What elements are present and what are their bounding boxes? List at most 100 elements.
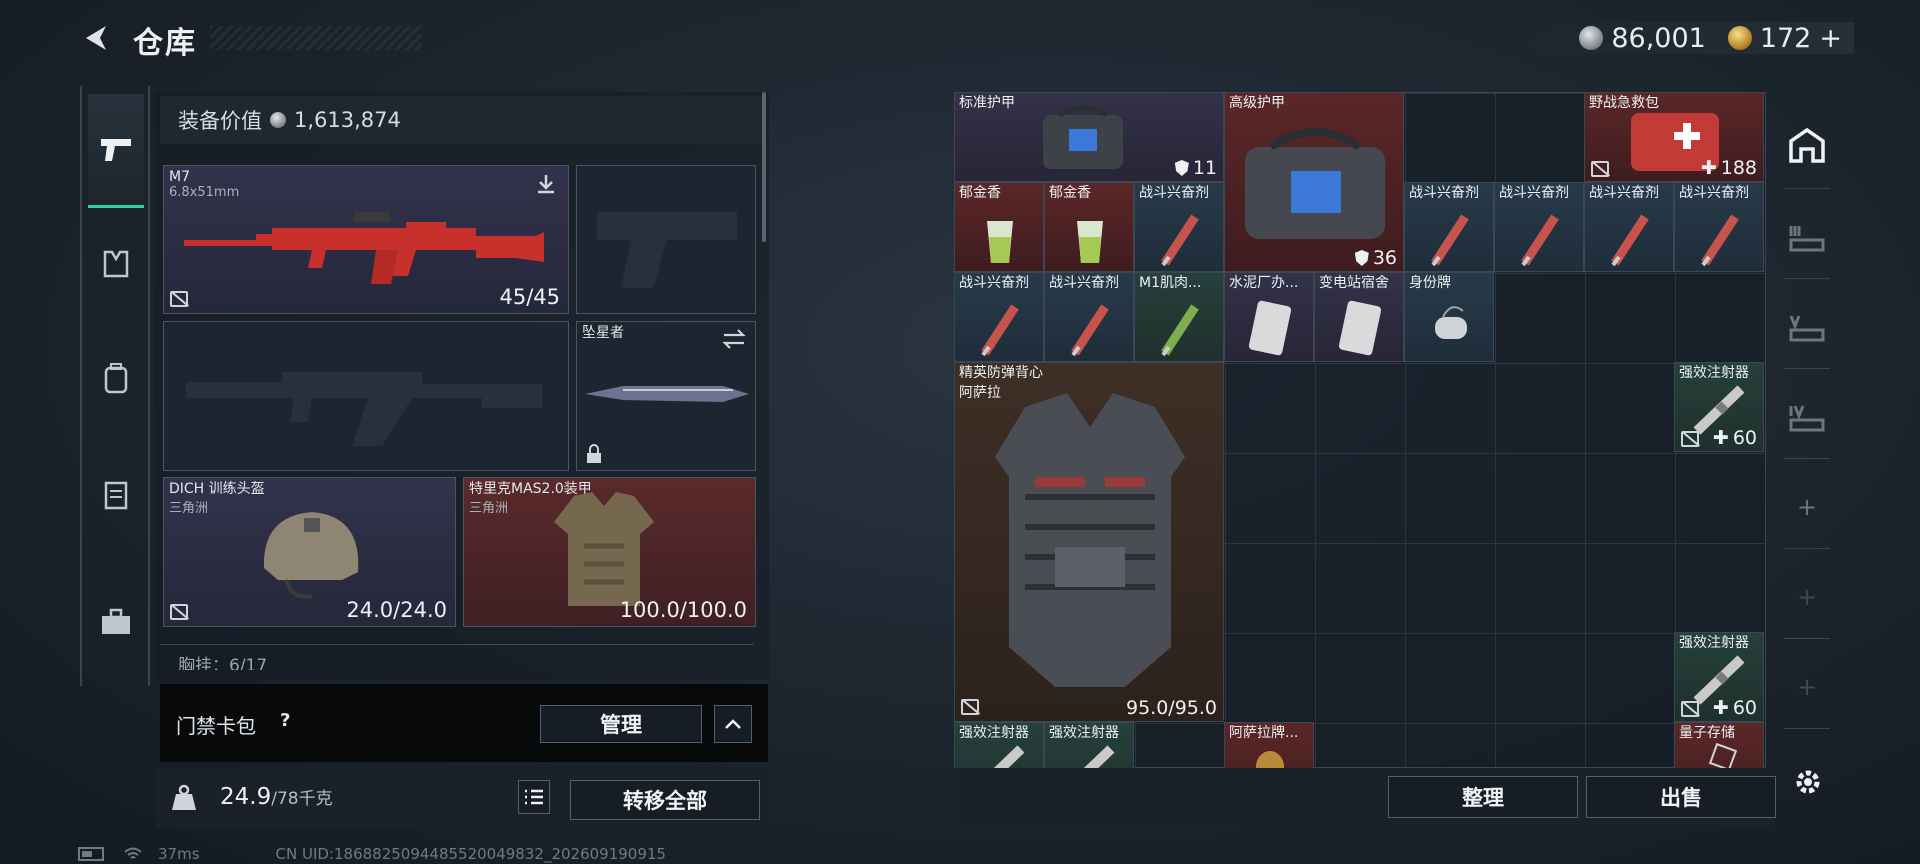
nav-cases[interactable] [88, 466, 144, 522]
nav-add-storage-2[interactable]: + [1782, 572, 1832, 622]
storage-page-nav: + + + [1776, 92, 1838, 772]
weight-display: 24.9/78千克 [220, 784, 333, 810]
helmet-slot[interactable]: DICH 训练头盔 三角洲 24.0/24.0 [163, 477, 456, 627]
grid-item[interactable]: 高级护甲 36 [1224, 92, 1404, 272]
shield-icon [1354, 250, 1369, 266]
help-icon[interactable]: ? [280, 710, 290, 731]
status-bar: 37ms CN UID:1868825094485520049832_20260… [78, 845, 666, 863]
uid-label: CN UID:1868825094485520049832_2026091909… [275, 845, 666, 863]
grid-item[interactable]: 野战急救包 ✚ 188 [1584, 92, 1764, 182]
primary-weapon-slot[interactable]: M7 6.8x51mm 45/45 [163, 165, 569, 314]
grid-item[interactable]: 郁金香 [954, 182, 1044, 272]
nav-weapons[interactable] [88, 94, 144, 208]
armor-bag-image [1043, 105, 1123, 169]
grid-item[interactable]: 战斗兴奋剂 [1494, 182, 1584, 272]
item-count: ✚ 188 [1700, 157, 1757, 179]
swap-icon [722, 329, 746, 349]
injector-image [1431, 214, 1469, 267]
manage-button[interactable]: 管理 [540, 705, 702, 743]
grid-item[interactable]: 战斗兴奋剂 [1134, 182, 1224, 272]
nav-storage-5[interactable] [1782, 302, 1832, 352]
equipment-value-header: 装备价值 1,613,874 [160, 96, 764, 144]
back-button[interactable] [78, 20, 114, 56]
no-insure-icon [1591, 161, 1609, 177]
grid-item[interactable]: 水泥厂办... [1224, 272, 1314, 362]
loadout-category-nav [80, 86, 150, 686]
secondary-weapon-slot[interactable] [163, 321, 569, 471]
sort-button[interactable]: 整理 [1388, 776, 1578, 818]
item-name: 郁金香 [959, 185, 1001, 201]
grid-item[interactable]: 强效注射器 [1044, 722, 1134, 768]
storage-grid[interactable]: 标准护甲 11 高级护甲 36 野战急救包 ✚ 188 郁金香 郁金香 战斗兴奋剂… [954, 92, 1766, 768]
grid-item[interactable]: 战斗兴奋剂 [1674, 182, 1764, 272]
title-decoration [210, 26, 422, 50]
item-name: 郁金香 [1049, 185, 1091, 201]
transfer-all-button[interactable]: 转移全部 [570, 780, 760, 820]
sell-button[interactable]: 出售 [1586, 776, 1776, 818]
equipment-value-label: 装备价值 [178, 109, 262, 133]
grid-item[interactable]: 郁金香 [1044, 182, 1134, 272]
item-name: 精英防弹背心 [959, 365, 1043, 381]
grid-item[interactable]: 战斗兴奋剂 [1404, 182, 1494, 272]
grid-item[interactable]: 战斗兴奋剂 [1584, 182, 1674, 272]
helmet-sub: 三角洲 [169, 501, 209, 516]
nav-backpacks[interactable] [88, 350, 144, 406]
nav-add-storage-3[interactable]: + [1782, 662, 1832, 712]
wifi-icon [124, 847, 142, 859]
gear-icon [1796, 770, 1820, 794]
silver-coin-icon [270, 112, 286, 128]
collapse-button[interactable] [714, 705, 752, 743]
armor-slot[interactable]: 特里克MAS2.0装甲 三角洲 100.0/100.0 [463, 477, 756, 627]
gold-currency[interactable]: 172 + [1727, 23, 1842, 54]
nav-rigs[interactable] [88, 236, 144, 292]
helmet-name: DICH 训练头盔 [169, 481, 265, 497]
nav-storage-3[interactable] [1782, 212, 1832, 262]
nav-storage-4[interactable] [1782, 392, 1832, 442]
nav-storage-main[interactable] [1782, 120, 1832, 170]
grid-item[interactable]: 标准护甲 11 [954, 92, 1224, 182]
pistol-slot[interactable] [576, 165, 756, 314]
injector-image [1701, 214, 1739, 267]
settings-button[interactable] [1790, 764, 1826, 804]
grid-item[interactable]: 强效注射器 ✚ 60 [1674, 362, 1764, 452]
loadout-bottom-bar: 24.9/78千克 转移全部 [156, 768, 770, 828]
item-name: 阿萨拉牌... [1229, 725, 1299, 741]
armor-image [554, 492, 654, 606]
list-icon [525, 789, 543, 805]
item-count: 11 [1174, 157, 1217, 179]
grid-item[interactable]: 精英防弹背心 阿萨拉 95.0/95.0 [954, 362, 1224, 722]
pistol-silhouette-icon [597, 212, 737, 288]
item-count: 95.0/95.0 [1125, 697, 1217, 719]
back-arrow-icon [86, 26, 106, 50]
helmet-durability: 24.0/24.0 [346, 598, 447, 622]
keycard-bar: 门禁卡包 ? 管理 [160, 684, 768, 762]
grid-item[interactable]: 战斗兴奋剂 [1044, 272, 1134, 362]
nav-toolbox[interactable] [88, 594, 144, 650]
list-view-button[interactable] [518, 780, 550, 814]
chest-rig-row[interactable]: 胸挂：6/17 [160, 644, 754, 670]
injector-image [981, 304, 1019, 357]
chevron-up-icon [725, 719, 741, 729]
grid-item[interactable]: 战斗兴奋剂 [954, 272, 1044, 362]
item-name: 战斗兴奋剂 [1139, 185, 1209, 201]
grid-item[interactable]: 阿萨拉牌... [1224, 722, 1314, 768]
no-insure-icon [170, 291, 188, 307]
grid-item[interactable]: 变电站宿舍 [1314, 272, 1404, 362]
vest-image [995, 393, 1185, 687]
loadout-scrollbar[interactable] [762, 92, 766, 242]
storage-bottom-bar: 整理 出售 [954, 768, 1776, 830]
ping-label: 37ms [158, 845, 200, 863]
grid-item[interactable]: 强效注射器 ✚ 60 [1674, 632, 1764, 722]
nav-add-storage-1[interactable]: + [1782, 482, 1832, 532]
injector-image [1611, 214, 1649, 267]
grid-item[interactable]: 身份牌 [1404, 272, 1494, 362]
storage-3-icon [1789, 226, 1825, 252]
grid-item[interactable]: 强效注射器 [954, 722, 1044, 768]
grid-item[interactable]: M1肌肉... [1134, 272, 1224, 362]
melee-slot[interactable]: 坠星者 [576, 321, 756, 471]
weapon-name: M7 [169, 169, 190, 185]
grid-item[interactable]: 量子存储 [1674, 722, 1764, 768]
item-name: 高级护甲 [1229, 95, 1285, 111]
dog-tag-image [1435, 306, 1467, 339]
add-gold-button[interactable]: + [1819, 23, 1842, 54]
